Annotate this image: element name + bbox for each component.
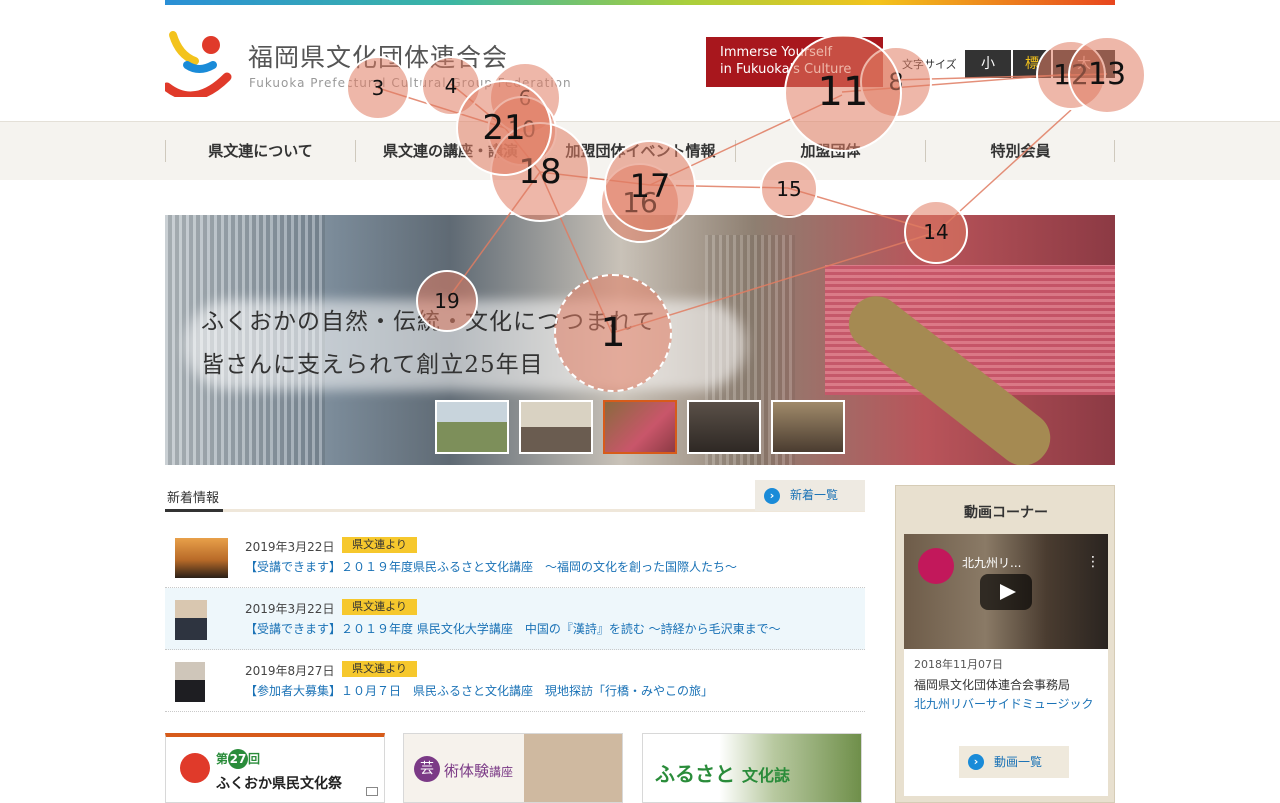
video-organization: 福岡県文化団体連合会事務局 — [914, 678, 1071, 692]
art-kanji-badge: 芸 — [414, 756, 440, 782]
site-subtitle: Fukuoka Prefectural Cultural Group Feder… — [249, 76, 572, 90]
rainbow-top-bar — [165, 0, 1115, 5]
news-title-link[interactable]: 【参加者大募集】１０月７日 県民ふるさと文化講座 現地探訪「行橋・みやこの旅」 — [245, 682, 713, 699]
hero-headline: ふくおかの自然・伝統・文化につつまれて — [201, 309, 657, 335]
news-title-link[interactable]: 【受講できます】２０１９年度県民ふるさと文化講座 ～福岡の文化を創った国際人たち… — [245, 558, 737, 575]
art-experience-suffix: 講座 — [489, 765, 514, 779]
video-corner: 動画コーナー 北九州リ... ⋮ 2018年11月07日 福岡県文化団体連合会事… — [895, 485, 1115, 803]
news-thumbnail[interactable] — [175, 662, 205, 702]
news-category-badge: 県文連より — [342, 537, 417, 553]
furusato-label: ふるさと — [655, 762, 735, 786]
logo-mark-icon — [162, 31, 232, 101]
video-date: 2018年11月07日 — [914, 658, 1003, 671]
font-size-label: 文字サイズ — [902, 58, 957, 71]
hero-slider[interactable]: ふくおかの自然・伝統・文化につつまれて 皆さんに支えられて創立25年目 — [165, 215, 1115, 465]
art-experience-banner[interactable]: 芸 術体験講座 — [403, 733, 623, 803]
slider-thumb-5[interactable] — [771, 400, 845, 454]
news-item: 2019年8月27日 県文連より 【参加者大募集】１０月７日 県民ふるさと文化講… — [165, 650, 865, 712]
play-button[interactable] — [980, 574, 1032, 610]
news-underline-accent — [165, 509, 223, 512]
nav-item-members[interactable]: 加盟団体 — [735, 140, 925, 162]
logo[interactable] — [162, 27, 233, 101]
nav-item-member-events[interactable]: 加盟団体イベント情報 — [545, 140, 735, 162]
slider-thumb-2[interactable] — [519, 400, 593, 454]
art-experience-label: 術体験 — [444, 762, 490, 780]
chevron-right-icon: › — [968, 754, 984, 770]
nav-divider — [1114, 140, 1115, 162]
slider-thumb-1[interactable] — [435, 400, 509, 454]
art-experience-title: 術体験講座 — [444, 760, 513, 781]
video-caption-link[interactable]: 北九州リバーサイドミュージック — [914, 695, 1104, 714]
furusato-suffix: 文化誌 — [741, 766, 790, 785]
news-heading: 新着情報 — [167, 491, 220, 506]
page: 福岡県文化団体連合会 Fukuoka Prefectural Cultural … — [0, 0, 1280, 803]
festival-edition-suffix: 回 — [248, 752, 261, 766]
video-corner-heading: 動画コーナー — [964, 505, 1048, 521]
chevron-right-icon: › — [764, 488, 780, 504]
news-thumbnail[interactable] — [175, 600, 207, 640]
channel-avatar[interactable] — [918, 548, 954, 584]
font-size-small-button[interactable]: 小 — [965, 50, 1011, 78]
immerse-banner[interactable]: Immerse Yourself in Fukuoka's Culture — [706, 37, 883, 87]
nav-item-lectures[interactable]: 県文連の講座・講演 — [355, 140, 545, 162]
nav-item-special-members[interactable]: 特別会員 — [925, 140, 1115, 162]
furusato-magazine-banner[interactable]: ふるさと 文化誌 — [642, 733, 862, 803]
news-date: 2019年3月22日 — [245, 540, 335, 554]
news-category-badge: 県文連より — [342, 599, 417, 615]
furusato-magazine-title: ふるさと 文化誌 — [655, 758, 790, 787]
video-list-label: 動画一覧 — [994, 755, 1043, 769]
news-category-badge: 県文連より — [342, 661, 417, 677]
news-list-label: 新着一覧 — [790, 488, 839, 502]
hero-subheadline: 皆さんに支えられて創立25年目 — [201, 352, 544, 378]
news-title-link[interactable]: 【受講できます】２０１９年度 県民文化大学講座 中国の『漢詩』を読む ～詩経から… — [245, 620, 781, 637]
festival-edition-prefix: 第 — [216, 752, 229, 766]
more-options-icon[interactable]: ⋮ — [1086, 554, 1100, 570]
video-overlay-title: 北九州リ... — [962, 556, 1022, 570]
news-date: 2019年3月22日 — [245, 602, 335, 616]
news-item: 2019年3月22日 県文連より 【受講できます】２０１９年度 県民文化大学講座… — [165, 588, 865, 650]
news-thumbnail[interactable] — [175, 538, 228, 578]
news-item: 2019年3月22日 県文連より 【受講できます】２０１９年度県民ふるさと文化講… — [165, 526, 865, 588]
festival-edition: 第 27 回 — [216, 749, 260, 769]
video-list-button[interactable]: › 動画一覧 — [959, 746, 1069, 778]
news-list-button[interactable]: › 新着一覧 — [755, 480, 865, 511]
site-title[interactable]: 福岡県文化団体連合会 — [248, 38, 508, 74]
window-icon — [366, 787, 378, 796]
festival-name: ふくおか県民文化祭 — [216, 776, 342, 792]
slider-thumb-4[interactable] — [687, 400, 761, 454]
immerse-line1: Immerse Yourself — [720, 45, 833, 60]
play-icon — [1000, 584, 1016, 600]
news-date: 2019年8月27日 — [245, 664, 335, 678]
slider-thumb-3[interactable] — [603, 400, 677, 454]
immerse-line2: in Fukuoka's Culture — [720, 62, 852, 77]
festival-mascot-icon — [180, 753, 210, 783]
video-player[interactable]: 北九州リ... ⋮ — [904, 534, 1108, 649]
font-size-medium-button[interactable]: 標 — [1013, 50, 1051, 78]
video-card: 北九州リ... ⋮ 2018年11月07日 福岡県文化団体連合会事務局 北九州リ… — [904, 534, 1108, 796]
festival-edition-number: 27 — [228, 749, 249, 769]
festival-banner[interactable]: 第 27 回 ふくおか県民文化祭 — [165, 733, 385, 803]
font-size-large-button[interactable]: 大 — [1053, 50, 1115, 78]
nav-item-about[interactable]: 県文連について — [165, 140, 355, 162]
